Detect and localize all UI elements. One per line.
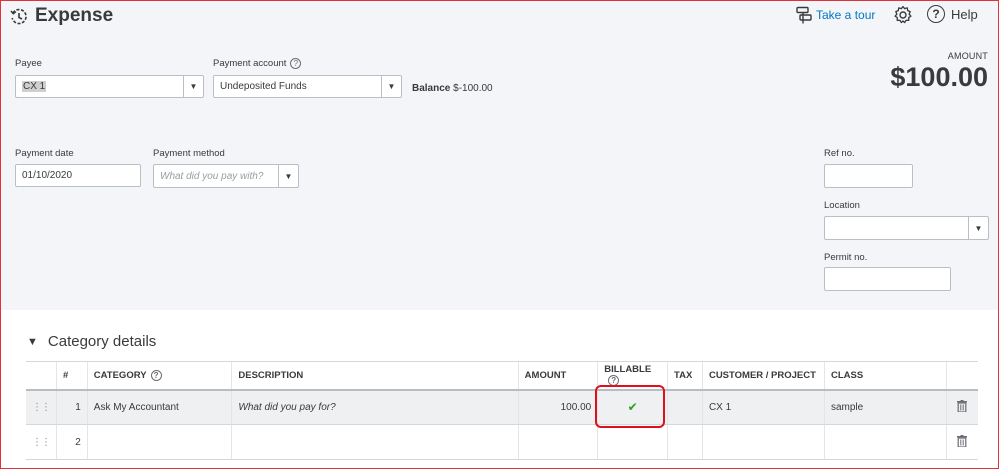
question-circle-icon[interactable]: ?	[150, 369, 162, 381]
location-label: Location	[824, 200, 860, 211]
billable-highlight-annotation	[595, 385, 665, 428]
table-row[interactable]: ⋮⋮ 2	[26, 424, 978, 460]
chevron-down-icon[interactable]: ▼	[278, 165, 298, 187]
payment-account-value: Undeposited Funds	[220, 81, 307, 92]
page-title: Expense	[35, 5, 114, 26]
class-cell[interactable]: sample	[823, 389, 947, 425]
tax-cell[interactable]	[667, 424, 703, 460]
take-a-tour-link[interactable]: Take a tour	[796, 6, 875, 24]
take-a-tour-label: Take a tour	[816, 8, 876, 22]
balance-value: $-100.00	[453, 83, 493, 94]
location-select[interactable]: ▼	[824, 216, 989, 240]
chevron-down-icon[interactable]: ▼	[183, 76, 203, 97]
table-row[interactable]: ⋮⋮ 1 Ask My Accountant What did you pay …	[26, 389, 978, 425]
amount-label: AMOUNT	[947, 51, 988, 61]
chevron-down-icon[interactable]: ▼	[381, 76, 401, 97]
column-header-tax: TAX	[667, 361, 703, 391]
row-number: 1	[56, 389, 88, 425]
customer-project-cell[interactable]	[701, 424, 825, 460]
trash-icon[interactable]	[945, 389, 978, 425]
payment-method-label: Payment method	[153, 148, 225, 159]
amount-total: $100.00	[890, 62, 988, 92]
description-cell[interactable]	[231, 424, 519, 460]
payment-method-placeholder: What did you pay with?	[160, 170, 264, 182]
trash-icon[interactable]	[945, 424, 978, 460]
drag-handle-icon[interactable]: ⋮⋮	[26, 424, 57, 460]
payment-account-label-text: Payment account	[213, 58, 287, 70]
ref-no-input[interactable]	[824, 164, 913, 188]
balance-display: Balance $-100.00	[412, 83, 493, 94]
payment-account-label: Payment account?	[213, 58, 302, 70]
amount-cell[interactable]: 100.00	[517, 389, 598, 425]
category-cell[interactable]: Ask My Accountant	[86, 389, 232, 425]
column-header-description: DESCRIPTION	[231, 361, 519, 391]
payment-method-select[interactable]: What did you pay with? ▼	[153, 164, 299, 188]
permit-no-input[interactable]	[824, 267, 951, 291]
category-details-title: Category details	[47, 333, 157, 350]
column-header-amount: AMOUNT	[517, 361, 598, 391]
payment-date-label: Payment date	[15, 148, 74, 159]
history-clock-icon[interactable]	[9, 7, 29, 27]
question-circle-icon[interactable]: ?	[290, 58, 302, 69]
row-number: 2	[56, 424, 88, 460]
amount-cell[interactable]	[517, 424, 598, 460]
balance-label: Balance	[412, 83, 451, 94]
column-header-class: CLASS	[823, 361, 947, 391]
gear-icon[interactable]	[893, 5, 913, 25]
column-header-billable-label: BILLABLE	[604, 364, 652, 376]
payee-value: CX 1	[22, 81, 47, 92]
customer-project-cell[interactable]: CX 1	[701, 389, 825, 425]
drag-handle-icon[interactable]: ⋮⋮	[26, 389, 57, 425]
description-cell[interactable]: What did you pay for?	[231, 389, 519, 425]
category-details-table: # CATEGORY? DESCRIPTION AMOUNT BILLABLE?…	[26, 361, 978, 460]
triangle-down-icon: ▼	[27, 335, 38, 348]
help-button[interactable]: ? Help	[927, 5, 978, 23]
payment-account-select[interactable]: Undeposited Funds ▼	[213, 75, 402, 98]
tax-cell[interactable]	[667, 389, 703, 425]
class-cell[interactable]	[823, 424, 947, 460]
category-details-toggle[interactable]: ▼ Category details	[27, 333, 156, 350]
column-header-customer-project: CUSTOMER / PROJECT	[701, 361, 825, 391]
drag-column-header	[26, 361, 57, 391]
billable-cell[interactable]	[597, 424, 668, 460]
column-header-category: CATEGORY?	[86, 361, 232, 391]
help-label: Help	[951, 6, 978, 22]
ref-no-label: Ref no.	[824, 148, 855, 159]
question-circle-icon: ?	[927, 5, 945, 23]
permit-no-label: Permit no.	[824, 252, 868, 263]
column-header-category-label: CATEGORY	[93, 369, 147, 381]
chevron-down-icon[interactable]: ▼	[968, 217, 988, 239]
payment-date-input[interactable]: 01/10/2020	[15, 164, 141, 187]
payee-select[interactable]: CX 1 ▼	[15, 75, 204, 98]
table-header-row: # CATEGORY? DESCRIPTION AMOUNT BILLABLE?…	[26, 361, 978, 391]
payee-label: Payee	[15, 58, 42, 69]
location-value	[825, 217, 968, 239]
delete-column-header	[945, 361, 978, 391]
tour-signpost-icon	[796, 6, 812, 24]
category-cell[interactable]	[86, 424, 232, 460]
column-header-number: #	[56, 361, 88, 391]
